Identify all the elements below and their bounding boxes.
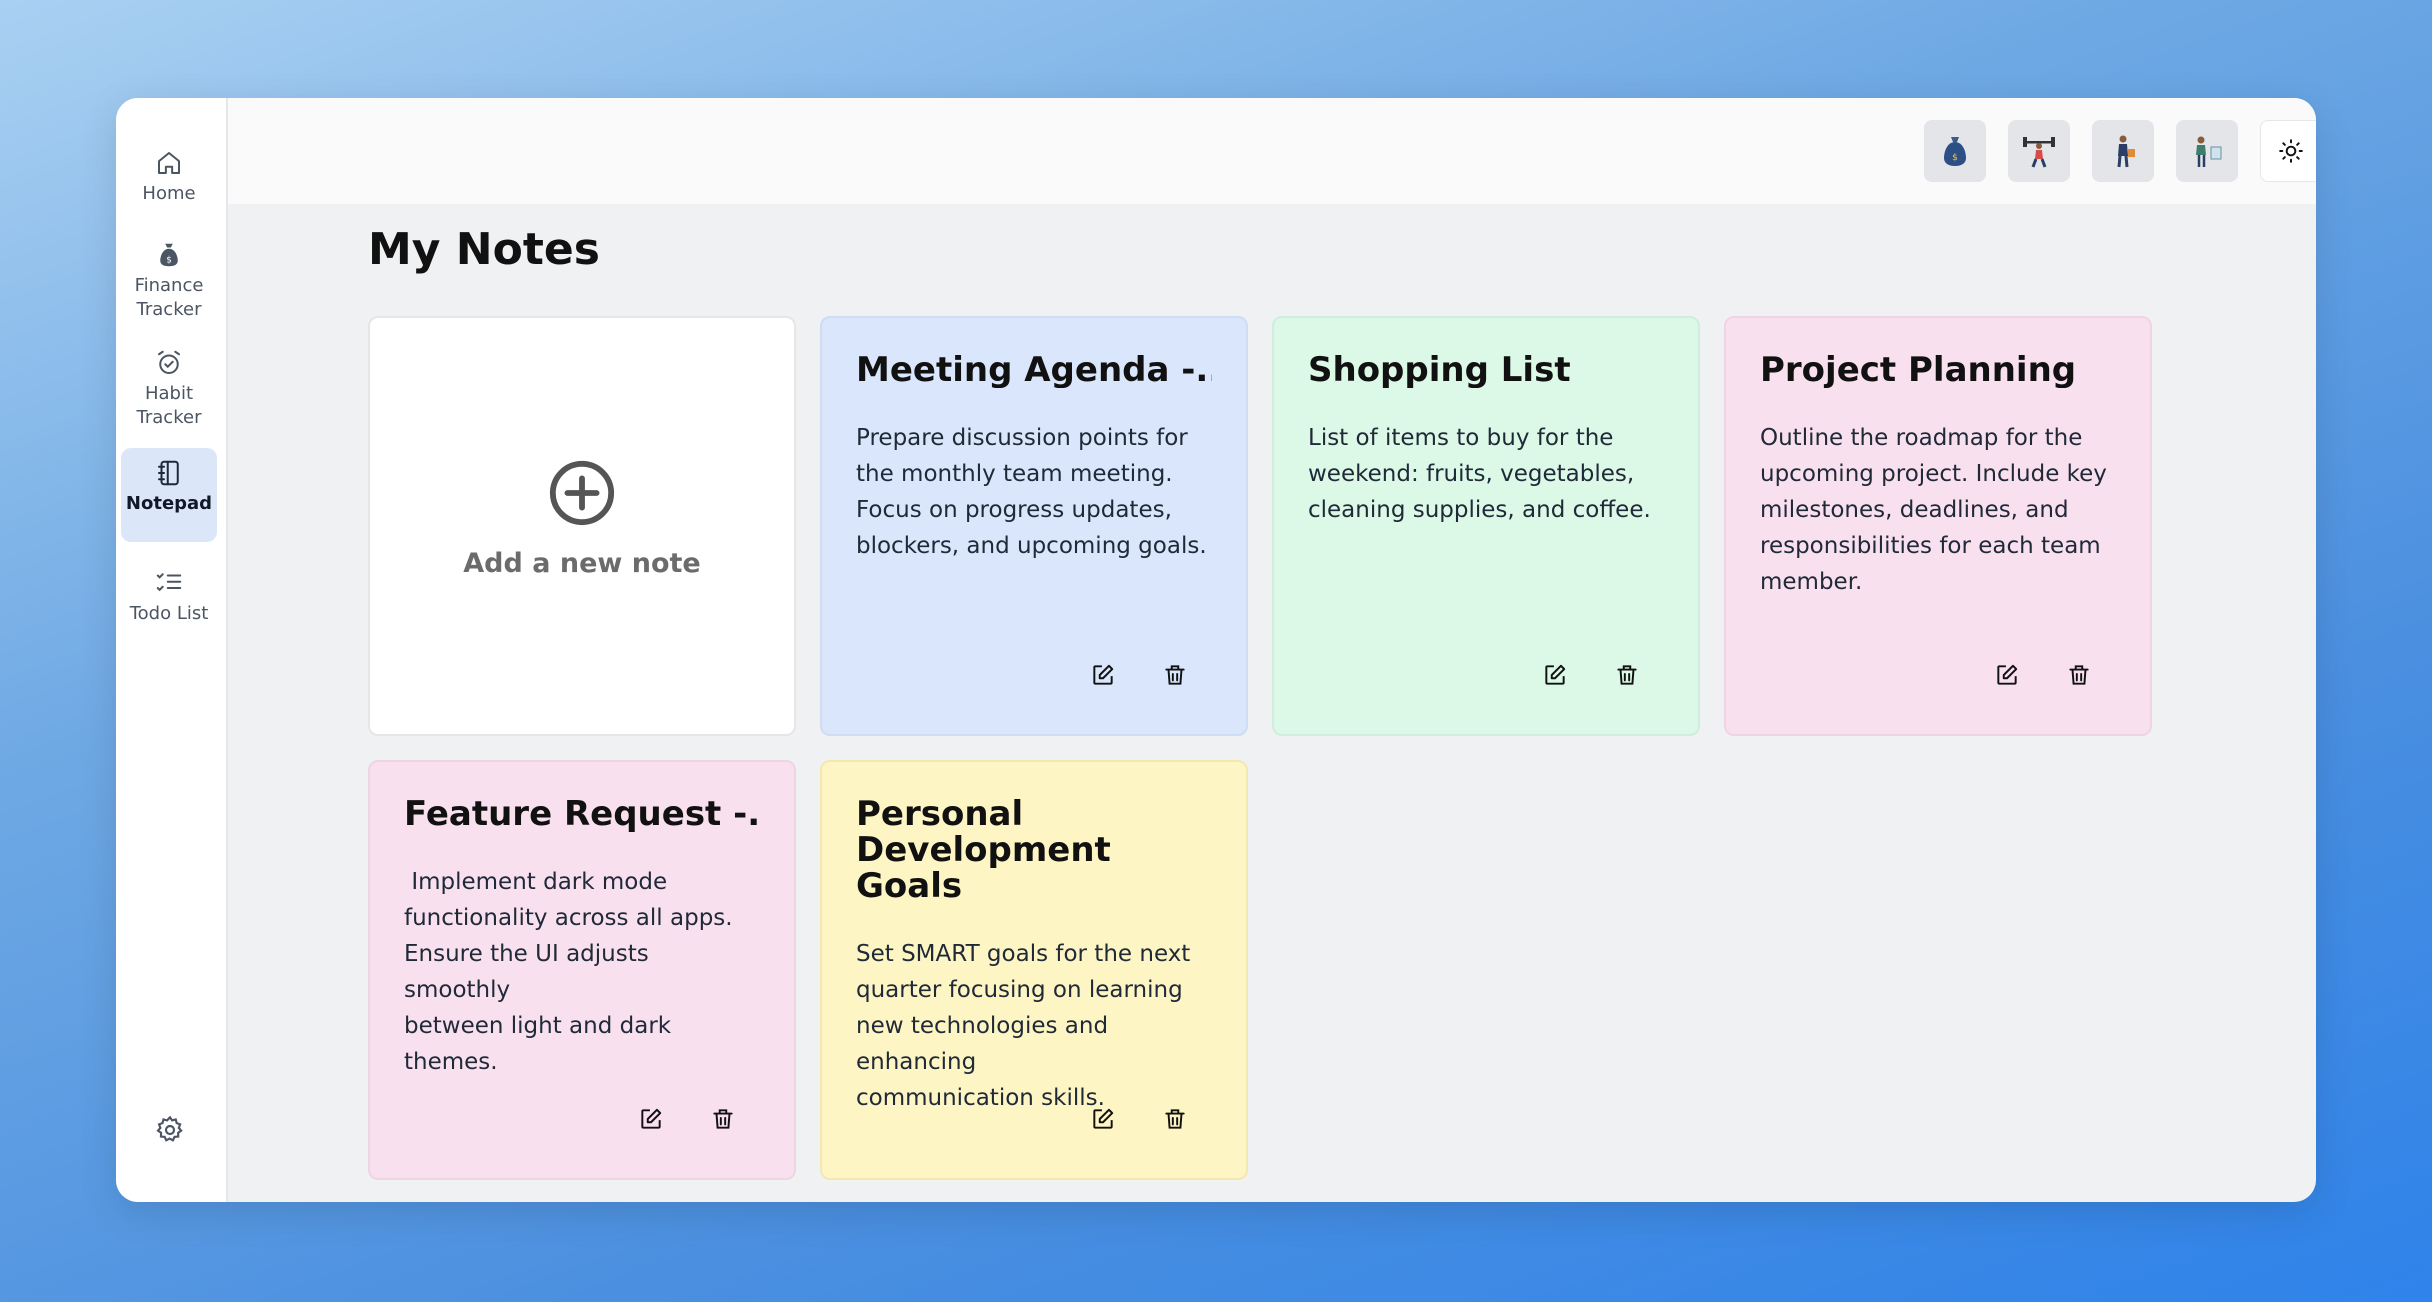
delete-icon[interactable] [2066, 662, 2092, 688]
note-body: List of items to buy for the weekend: fr… [1308, 425, 1651, 523]
note-card[interactable]: Meeting Agenda -... Prepare discussion p… [820, 316, 1248, 736]
sun-icon[interactable] [2260, 120, 2316, 182]
delete-icon[interactable] [710, 1106, 736, 1132]
sidebar-item-todo-list[interactable]: Todo List [121, 558, 217, 640]
note-body: Set SMART goals for the next quarter foc… [856, 941, 1191, 1111]
sidebar-item-habit-tracker[interactable]: Habit Tracker [121, 338, 217, 438]
note-actions [1090, 1106, 1188, 1132]
alarm-clock-icon [158, 350, 180, 374]
sidebar-item-label: Habit Tracker [136, 383, 202, 428]
note-title: Project Planning [1760, 352, 2077, 388]
note-card[interactable]: Shopping List List of items to buy for t… [1272, 316, 1700, 736]
note-title: Shopping List [1308, 352, 1571, 388]
note-card[interactable]: Feature Request -... Implement dark mode… [368, 760, 796, 1180]
note-body: Prepare discussion points for the monthl… [856, 425, 1207, 559]
checklist-icon [156, 573, 182, 592]
plus-circle-icon [549, 460, 615, 526]
note-body: Outline the roadmap for the upcoming pro… [1760, 425, 2107, 595]
delete-icon[interactable] [1614, 662, 1640, 688]
note-title: Feature Request -... [404, 796, 760, 832]
note-actions [1994, 662, 2092, 688]
edit-icon[interactable] [638, 1106, 664, 1132]
fitness-avatar-icon[interactable] [2008, 120, 2070, 182]
note-card[interactable]: Personal Development Goals Set SMART goa… [820, 760, 1248, 1180]
note-title: Personal Development Goals [856, 796, 1111, 904]
sidebar-item-label: Notepad [125, 493, 213, 514]
notes-avatar-icon[interactable] [2176, 120, 2238, 182]
note-actions [1090, 662, 1188, 688]
note-body: Implement dark mode functionality across… [404, 869, 733, 1075]
finance-avatar-icon[interactable]: $ [1924, 120, 1986, 182]
edit-icon[interactable] [1090, 1106, 1116, 1132]
sidebar-item-label: Todo List [129, 603, 209, 624]
note-actions [1542, 662, 1640, 688]
svg-text:$: $ [166, 256, 172, 266]
svg-text:$: $ [1952, 153, 1958, 163]
note-card[interactable]: Project Planning Outline the roadmap for… [1724, 316, 2152, 736]
page-title: My Notes [368, 224, 600, 275]
app-window: Home $ Finance Tracker Habit Tracker Not… [116, 98, 2316, 1202]
add-note-card[interactable]: Add a new note [368, 316, 796, 736]
notebook-icon [158, 460, 179, 486]
edit-icon[interactable] [1542, 662, 1568, 688]
note-actions [638, 1106, 736, 1132]
money-bag-icon: $ [160, 243, 178, 267]
home-icon [158, 152, 180, 174]
top-bar: $ [228, 98, 2316, 204]
edit-icon[interactable] [1090, 662, 1116, 688]
note-title: Meeting Agenda -... [856, 352, 1212, 388]
sidebar: Home $ Finance Tracker Habit Tracker Not… [116, 98, 228, 1202]
edit-icon[interactable] [1994, 662, 2020, 688]
sidebar-item-notepad[interactable]: Notepad [121, 448, 217, 542]
add-note-label: Add a new note [463, 548, 701, 579]
delete-icon[interactable] [1162, 662, 1188, 688]
sidebar-item-label: Home [142, 183, 196, 204]
delete-icon[interactable] [1162, 1106, 1188, 1132]
sidebar-item-label: Finance Tracker [134, 275, 204, 320]
sidebar-item-home[interactable]: Home [121, 138, 217, 220]
gear-icon[interactable] [154, 1114, 186, 1146]
shopping-avatar-icon[interactable] [2092, 120, 2154, 182]
sidebar-item-finance-tracker[interactable]: $ Finance Tracker [121, 230, 217, 330]
